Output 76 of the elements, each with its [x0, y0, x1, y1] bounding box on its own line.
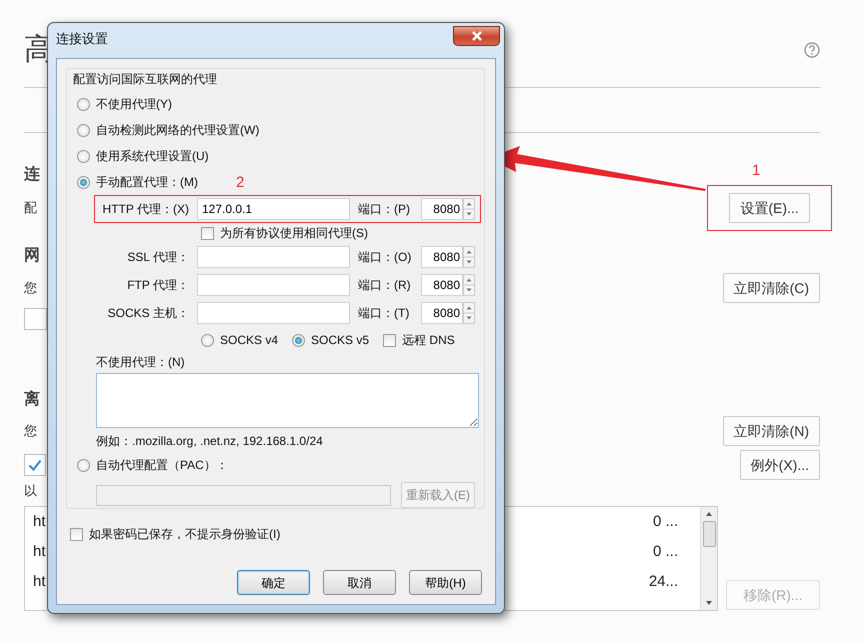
- spinner[interactable]: [463, 198, 475, 220]
- spinner[interactable]: [463, 302, 475, 324]
- radio-option[interactable]: SOCKS v5: [292, 331, 370, 349]
- radio-option[interactable]: 手动配置代理：(M): [77, 173, 198, 191]
- checkbox[interactable]: [383, 334, 396, 346]
- section-description: 您: [24, 422, 37, 440]
- port-input[interactable]: 8080: [421, 274, 463, 296]
- group-title: 配置访问国际互联网的代理: [73, 71, 218, 87]
- dialog-button[interactable]: 确定: [237, 570, 310, 595]
- list-cell-text: ht: [33, 542, 46, 562]
- radio-button[interactable]: [77, 150, 90, 162]
- section-description: 您: [24, 279, 37, 298]
- spinner[interactable]: [463, 274, 475, 296]
- checkbox-option[interactable]: 如果密码已保存，不提示身份验证(I): [70, 525, 280, 543]
- list-cell-text: ht: [33, 572, 46, 592]
- section-title: 离: [24, 390, 40, 410]
- radio-option[interactable]: 不使用代理(Y): [77, 95, 172, 113]
- list-cell-text: 0 ...: [652, 542, 678, 562]
- section-title: 连: [24, 165, 40, 185]
- radio-button[interactable]: [201, 334, 214, 346]
- radio-button[interactable]: [292, 334, 306, 346]
- checkbox[interactable]: [201, 226, 214, 240]
- check-icon: [28, 459, 42, 471]
- field-label: 端口：(P): [358, 201, 411, 218]
- spinner[interactable]: [463, 246, 475, 268]
- list-cell-text: 0 ...: [652, 512, 678, 532]
- exceptions-button[interactable]: 例外(X)...: [740, 450, 820, 480]
- field-label: 端口：(T): [358, 305, 410, 322]
- checkbox-option[interactable]: 为所有协议使用相同代理(S): [201, 224, 368, 242]
- field-label: 端口：(O): [358, 249, 412, 266]
- checkbox-option[interactable]: 远程 DNS: [383, 331, 455, 349]
- clear-now-button[interactable]: 立即清除(C): [722, 273, 820, 303]
- scroll-thumb[interactable]: [702, 521, 716, 547]
- clear-now-button[interactable]: 立即清除(N): [722, 416, 820, 446]
- section-description: 配: [24, 199, 37, 218]
- annotation-number: 2: [236, 174, 244, 190]
- list-cell-text: 24...: [648, 572, 678, 592]
- dialog-button[interactable]: 取消: [323, 570, 396, 595]
- pac-url-field[interactable]: [96, 484, 391, 506]
- radio-option[interactable]: 自动检测此网络的代理设置(W): [77, 121, 260, 139]
- example-text: 例如：.mozilla.org, .net.nz, 192.168.1.0/24: [96, 433, 324, 449]
- radio-button[interactable]: [77, 98, 90, 110]
- list-cell-text: ht: [33, 512, 46, 532]
- field-label: 端口：(R): [358, 277, 412, 294]
- checkbox[interactable]: [70, 528, 83, 540]
- scrollbar[interactable]: [700, 507, 717, 610]
- field-label: SOCKS 主机：: [106, 305, 189, 322]
- annotation-number: 1: [752, 161, 760, 181]
- port-input[interactable]: 8080: [421, 198, 463, 220]
- radio-button[interactable]: [77, 458, 90, 472]
- field-label: FTP 代理：: [126, 277, 189, 294]
- dialog-title: 连接设置: [56, 30, 108, 48]
- settings-button[interactable]: 设置(E)...: [729, 193, 810, 223]
- radio-option[interactable]: 使用系统代理设置(U): [77, 147, 209, 165]
- help-icon: [804, 42, 820, 58]
- close-icon: [470, 31, 482, 41]
- radio-option[interactable]: SOCKS v4: [201, 331, 278, 349]
- field-label: HTTP 代理：(X): [102, 201, 189, 218]
- radio-option[interactable]: 自动代理配置（PAC）：: [77, 456, 228, 474]
- checkbox[interactable]: [24, 454, 46, 476]
- field-label: 不使用代理：(N): [96, 354, 186, 371]
- proxy-input[interactable]: 127.0.0.1: [197, 198, 350, 220]
- radio-button[interactable]: [77, 124, 90, 136]
- radio-button[interactable]: [77, 176, 90, 188]
- proxy-input[interactable]: [197, 246, 350, 268]
- no-proxy-field[interactable]: [96, 373, 479, 428]
- list-caption: 以: [24, 482, 37, 500]
- proxy-input[interactable]: [197, 302, 350, 324]
- close-button[interactable]: [453, 26, 500, 46]
- field-label: SSL 代理：: [126, 249, 189, 266]
- input-field[interactable]: [24, 308, 47, 330]
- section-title: 网: [24, 246, 40, 266]
- dialog-button[interactable]: 帮助(H): [409, 570, 482, 595]
- proxy-input[interactable]: [197, 274, 350, 296]
- port-input[interactable]: 8080: [421, 246, 463, 268]
- port-input[interactable]: 8080: [421, 302, 463, 324]
